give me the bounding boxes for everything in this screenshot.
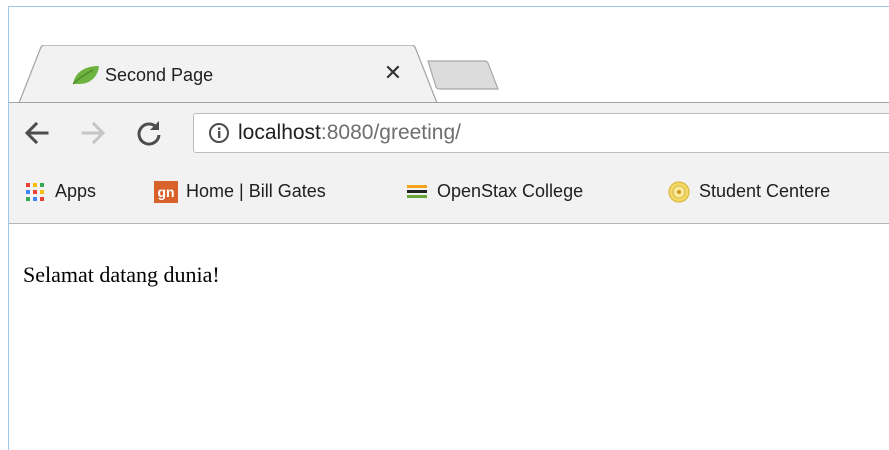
apps-grid-icon	[23, 180, 47, 204]
toolbar: localhost:8080/greeting/	[9, 102, 889, 162]
greeting-text: Selamat datang dunia!	[23, 262, 220, 287]
arrow-left-icon	[24, 121, 49, 145]
tab-title: Second Page	[105, 65, 214, 85]
reload-button[interactable]	[133, 117, 165, 149]
forward-button[interactable]	[77, 117, 109, 149]
bookmark-label: OpenStax College	[437, 181, 584, 201]
arrow-right-icon	[81, 121, 106, 145]
back-button[interactable]	[21, 117, 53, 149]
bookmark-label: Home | Bill Gates	[186, 181, 326, 201]
bookmark-label: Apps	[55, 181, 97, 201]
tab-strip: Second Page ✕	[9, 7, 889, 103]
tab-close-icon[interactable]: ✕	[381, 61, 405, 85]
url-text[interactable]: localhost:8080/greeting/	[238, 121, 461, 145]
bookmarks-bar: Apps gn Home | Bill Gates OpenStax Colle…	[9, 162, 889, 224]
gn-logo-icon: gn	[154, 180, 178, 204]
info-icon[interactable]	[208, 122, 230, 144]
tab-active[interactable]: Second Page ✕	[19, 45, 437, 103]
reload-icon	[137, 121, 161, 146]
svg-text:gn: gn	[157, 184, 174, 200]
bookmark-label: Student Centere	[699, 181, 831, 201]
openstax-stack-icon	[405, 180, 429, 204]
browser-window: Second Page ✕ localhost:8080/greeting/ A…	[8, 6, 889, 450]
url-host: localhost	[238, 121, 321, 144]
url-path: :8080/greeting/	[320, 121, 461, 144]
seal-icon	[667, 180, 691, 204]
spring-leaf-icon	[71, 64, 101, 86]
page-content: Selamat datang dunia!	[9, 224, 889, 450]
address-bar[interactable]: localhost:8080/greeting/	[193, 113, 889, 153]
new-tab-button[interactable]	[426, 59, 502, 91]
